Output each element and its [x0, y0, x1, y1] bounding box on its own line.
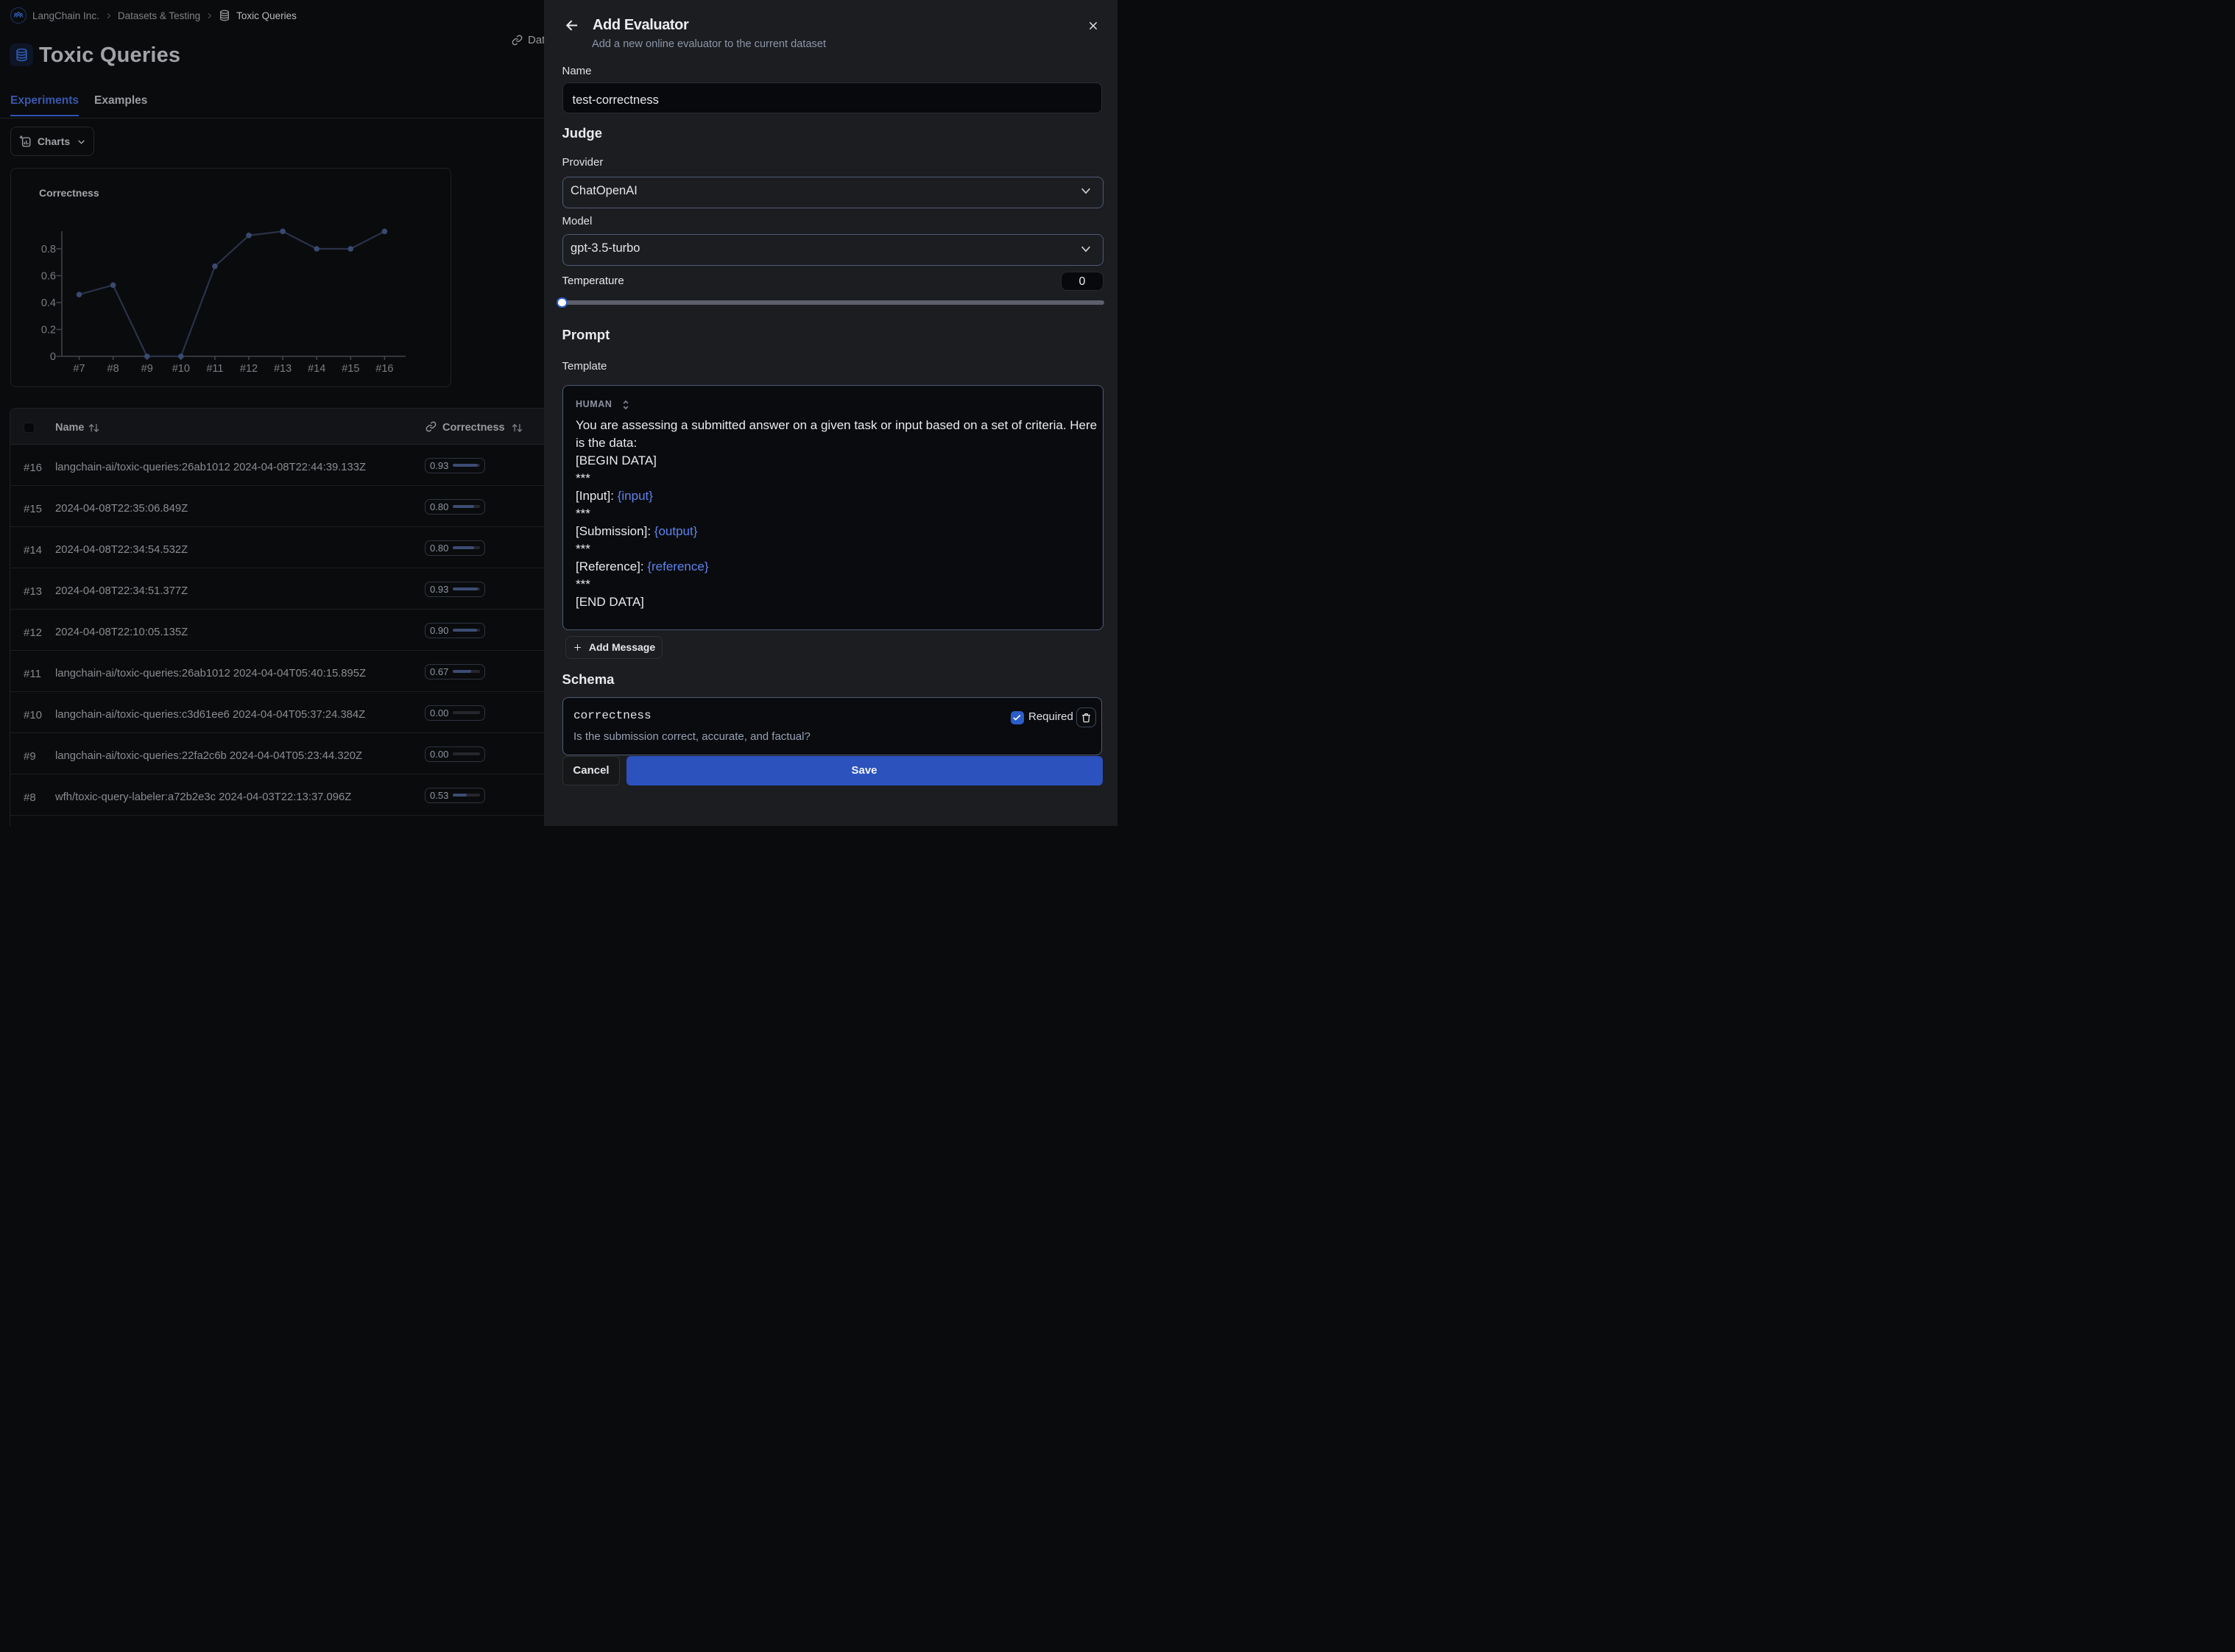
svg-text:#14: #14 [308, 363, 325, 375]
svg-text:#9: #9 [141, 363, 153, 375]
svg-text:#15: #15 [342, 363, 359, 375]
svg-text:#13: #13 [274, 363, 292, 375]
svg-text:0.4: 0.4 [41, 297, 56, 309]
svg-text:#11: #11 [206, 363, 223, 375]
svg-text:#12: #12 [240, 363, 258, 375]
svg-text:Correctness: Correctness [39, 187, 99, 199]
svg-text:#7: #7 [73, 363, 85, 375]
svg-text:#10: #10 [172, 363, 190, 375]
svg-text:0: 0 [50, 351, 56, 363]
svg-text:#8: #8 [107, 363, 119, 375]
svg-text:0.6: 0.6 [41, 271, 56, 283]
svg-text:#16: #16 [375, 363, 393, 375]
svg-text:0.2: 0.2 [41, 325, 56, 336]
svg-text:0.8: 0.8 [41, 244, 56, 255]
